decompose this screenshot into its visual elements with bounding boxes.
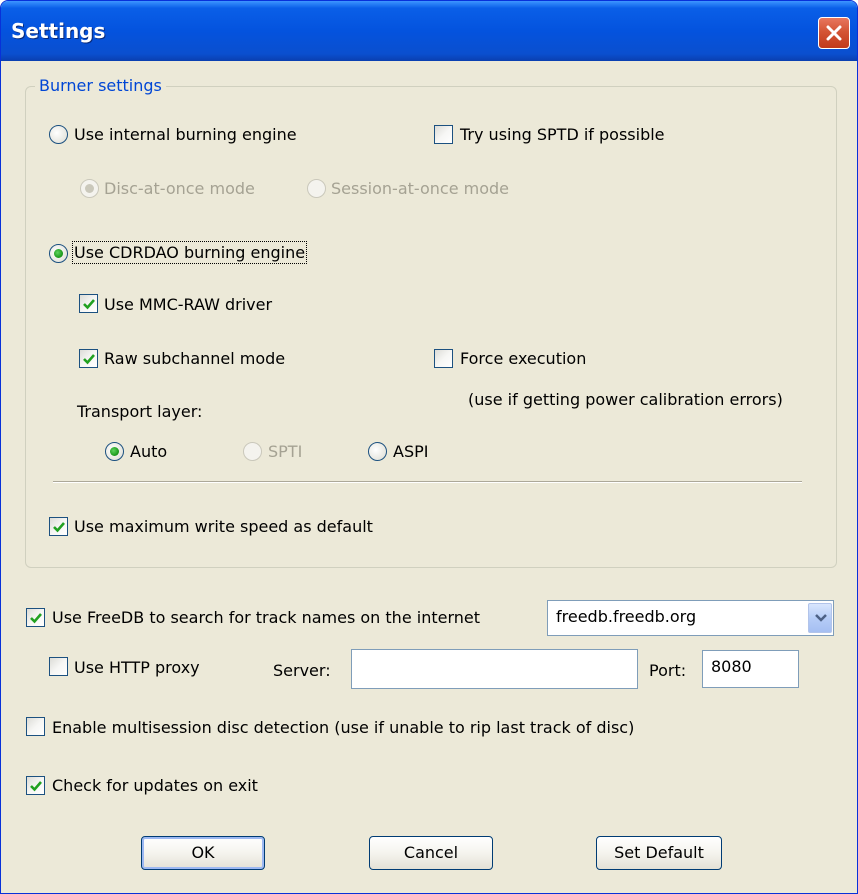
- session-at-once-radio[interactable]: [307, 179, 326, 198]
- disc-at-once-label[interactable]: Disc-at-once mode: [104, 179, 255, 198]
- transport-aspi-radio[interactable]: [368, 442, 387, 461]
- radio-dot-icon: [110, 447, 119, 456]
- cdrdao-engine-radio[interactable]: [49, 244, 68, 263]
- disc-at-once-radio[interactable]: [80, 179, 99, 198]
- group-separator: [53, 481, 802, 483]
- radio-dot-icon: [85, 184, 94, 193]
- freedb-server-value: freedb.freedb.org: [556, 607, 697, 626]
- proxy-port-value: 8080: [711, 657, 752, 676]
- freedb-server-dropdown[interactable]: freedb.freedb.org: [547, 600, 834, 636]
- title-bar[interactable]: Settings: [1, 1, 857, 61]
- cdrdao-engine-label[interactable]: Use CDRDAO burning engine: [71, 241, 308, 264]
- proxy-server-input[interactable]: [351, 649, 638, 689]
- internal-engine-radio[interactable]: [49, 125, 68, 144]
- sptd-checkbox[interactable]: [434, 125, 453, 144]
- multisession-label[interactable]: Enable multisession disc detection (use …: [52, 718, 634, 737]
- cancel-button[interactable]: Cancel: [369, 836, 493, 870]
- transport-auto-label[interactable]: Auto: [130, 442, 167, 461]
- http-proxy-checkbox[interactable]: [49, 657, 68, 676]
- dropdown-button[interactable]: [808, 603, 832, 633]
- force-execution-label[interactable]: Force execution: [460, 349, 586, 368]
- session-at-once-label[interactable]: Session-at-once mode: [331, 179, 509, 198]
- check-updates-checkbox[interactable]: [26, 776, 45, 795]
- sptd-label[interactable]: Try using SPTD if possible: [460, 125, 665, 144]
- force-execution-note: (use if getting power calibration errors…: [468, 390, 783, 409]
- proxy-port-label: Port:: [649, 661, 687, 680]
- raw-subchannel-label[interactable]: Raw subchannel mode: [104, 349, 285, 368]
- multisession-checkbox[interactable]: [26, 717, 45, 736]
- proxy-port-input[interactable]: 8080: [702, 650, 799, 688]
- mmc-raw-checkbox[interactable]: [79, 294, 98, 313]
- transport-spti-label[interactable]: SPTI: [268, 442, 302, 461]
- raw-subchannel-checkbox[interactable]: [79, 349, 98, 368]
- transport-spti-radio[interactable]: [243, 442, 262, 461]
- transport-auto-radio[interactable]: [105, 442, 124, 461]
- set-default-button[interactable]: Set Default: [596, 836, 722, 870]
- close-button[interactable]: [818, 17, 850, 49]
- proxy-server-label: Server:: [273, 661, 331, 680]
- check-updates-label[interactable]: Check for updates on exit: [52, 776, 258, 795]
- transport-aspi-label[interactable]: ASPI: [393, 442, 428, 461]
- transport-layer-label: Transport layer:: [77, 402, 203, 421]
- http-proxy-label[interactable]: Use HTTP proxy: [74, 658, 200, 677]
- window-title: Settings: [11, 19, 106, 43]
- burner-settings-group: [25, 86, 837, 568]
- freedb-label[interactable]: Use FreeDB to search for track names on …: [52, 608, 480, 627]
- max-write-speed-checkbox[interactable]: [49, 517, 68, 536]
- mmc-raw-label[interactable]: Use MMC-RAW driver: [104, 295, 272, 314]
- ok-button[interactable]: OK: [141, 836, 265, 870]
- radio-dot-icon: [54, 249, 63, 258]
- force-execution-checkbox[interactable]: [434, 349, 453, 368]
- burner-settings-label: Burner settings: [35, 76, 166, 95]
- max-write-speed-label[interactable]: Use maximum write speed as default: [74, 517, 373, 536]
- freedb-checkbox[interactable]: [26, 608, 45, 627]
- internal-engine-label[interactable]: Use internal burning engine: [74, 125, 297, 144]
